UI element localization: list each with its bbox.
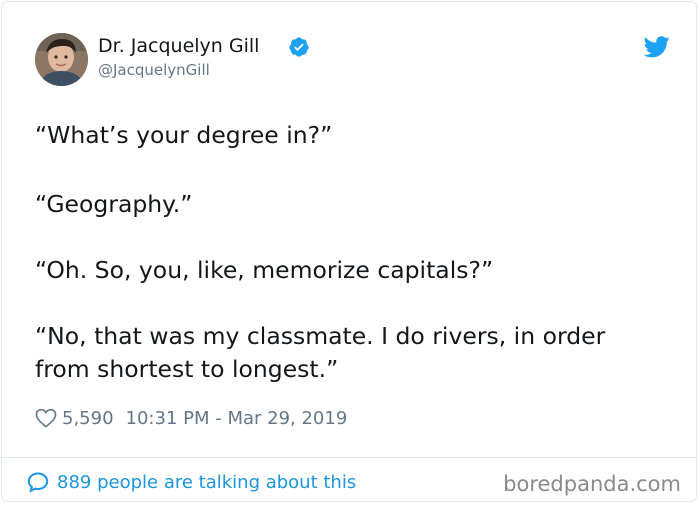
tweet-text-line: “Oh. So, you, like, memorize capitals?” (35, 256, 494, 284)
watermark: boredpanda.com (503, 472, 681, 496)
like-count[interactable]: 5,590 (62, 408, 114, 429)
tweet-text-line: “No, that was my classmate. I do rivers,… (35, 322, 606, 350)
tweet-text-line: from shortest to longest.” (35, 355, 339, 383)
divider (2, 457, 696, 458)
user-handle[interactable]: @JacquelynGill (98, 60, 210, 80)
display-name[interactable]: Dr. Jacquelyn Gill (98, 33, 259, 59)
tweet-text-line: “What’s your degree in?” (35, 121, 333, 149)
tweet-text-line: “Geography.” (35, 190, 193, 218)
tweet-card: Dr. Jacquelyn Gill @JacquelynGill “What’… (1, 1, 697, 502)
tweet-timestamp[interactable]: 10:31 PM - Mar 29, 2019 (126, 408, 348, 429)
avatar[interactable] (35, 33, 88, 86)
twitter-bird-icon[interactable] (644, 36, 670, 58)
comment-bubble-icon (27, 472, 49, 493)
conversation-link[interactable]: 889 people are talking about this (26, 468, 356, 496)
heart-icon[interactable] (35, 408, 57, 428)
tweet-meta: 5,590 10:31 PM - Mar 29, 2019 (35, 404, 347, 432)
talking-count-label[interactable]: 889 people are talking about this (57, 472, 356, 493)
verified-badge-icon (289, 37, 309, 57)
